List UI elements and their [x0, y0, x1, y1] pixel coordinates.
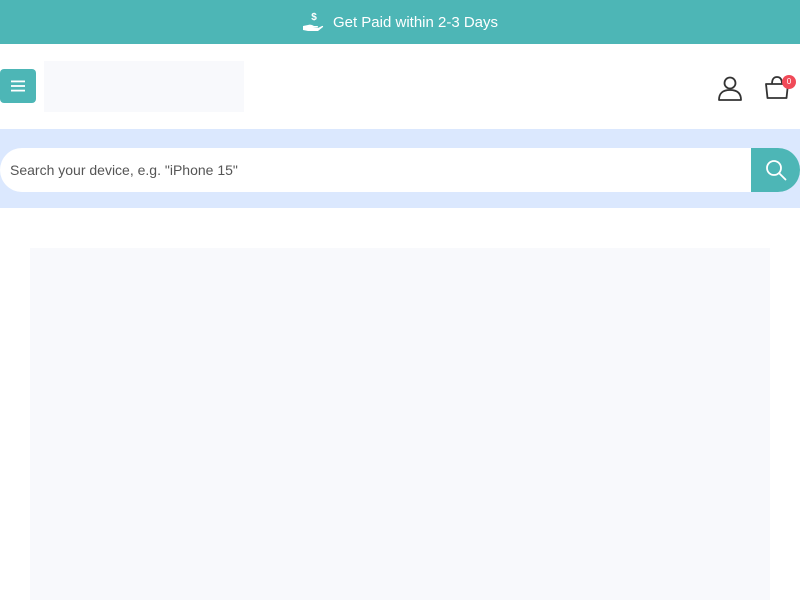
svg-text:$: $: [311, 12, 317, 23]
promo-text: Get Paid within 2-3 Days: [332, 13, 499, 31]
site-header: 0: [0, 44, 800, 129]
cart-count-badge: 0: [782, 75, 796, 89]
search-bar: [0, 148, 800, 192]
hand-money-icon: $: [302, 11, 324, 33]
hero-banner-placeholder: [30, 248, 770, 600]
search-button[interactable]: [751, 148, 800, 192]
user-icon: [718, 76, 742, 101]
menu-button[interactable]: [0, 69, 36, 103]
promo-banner: $ Get Paid within 2-3 Days: [0, 0, 800, 44]
search-input[interactable]: [0, 148, 751, 192]
search-section: [0, 129, 800, 208]
account-button[interactable]: [716, 74, 744, 102]
hamburger-icon: [11, 80, 25, 92]
logo[interactable]: [44, 61, 244, 112]
search-icon: [765, 160, 786, 181]
